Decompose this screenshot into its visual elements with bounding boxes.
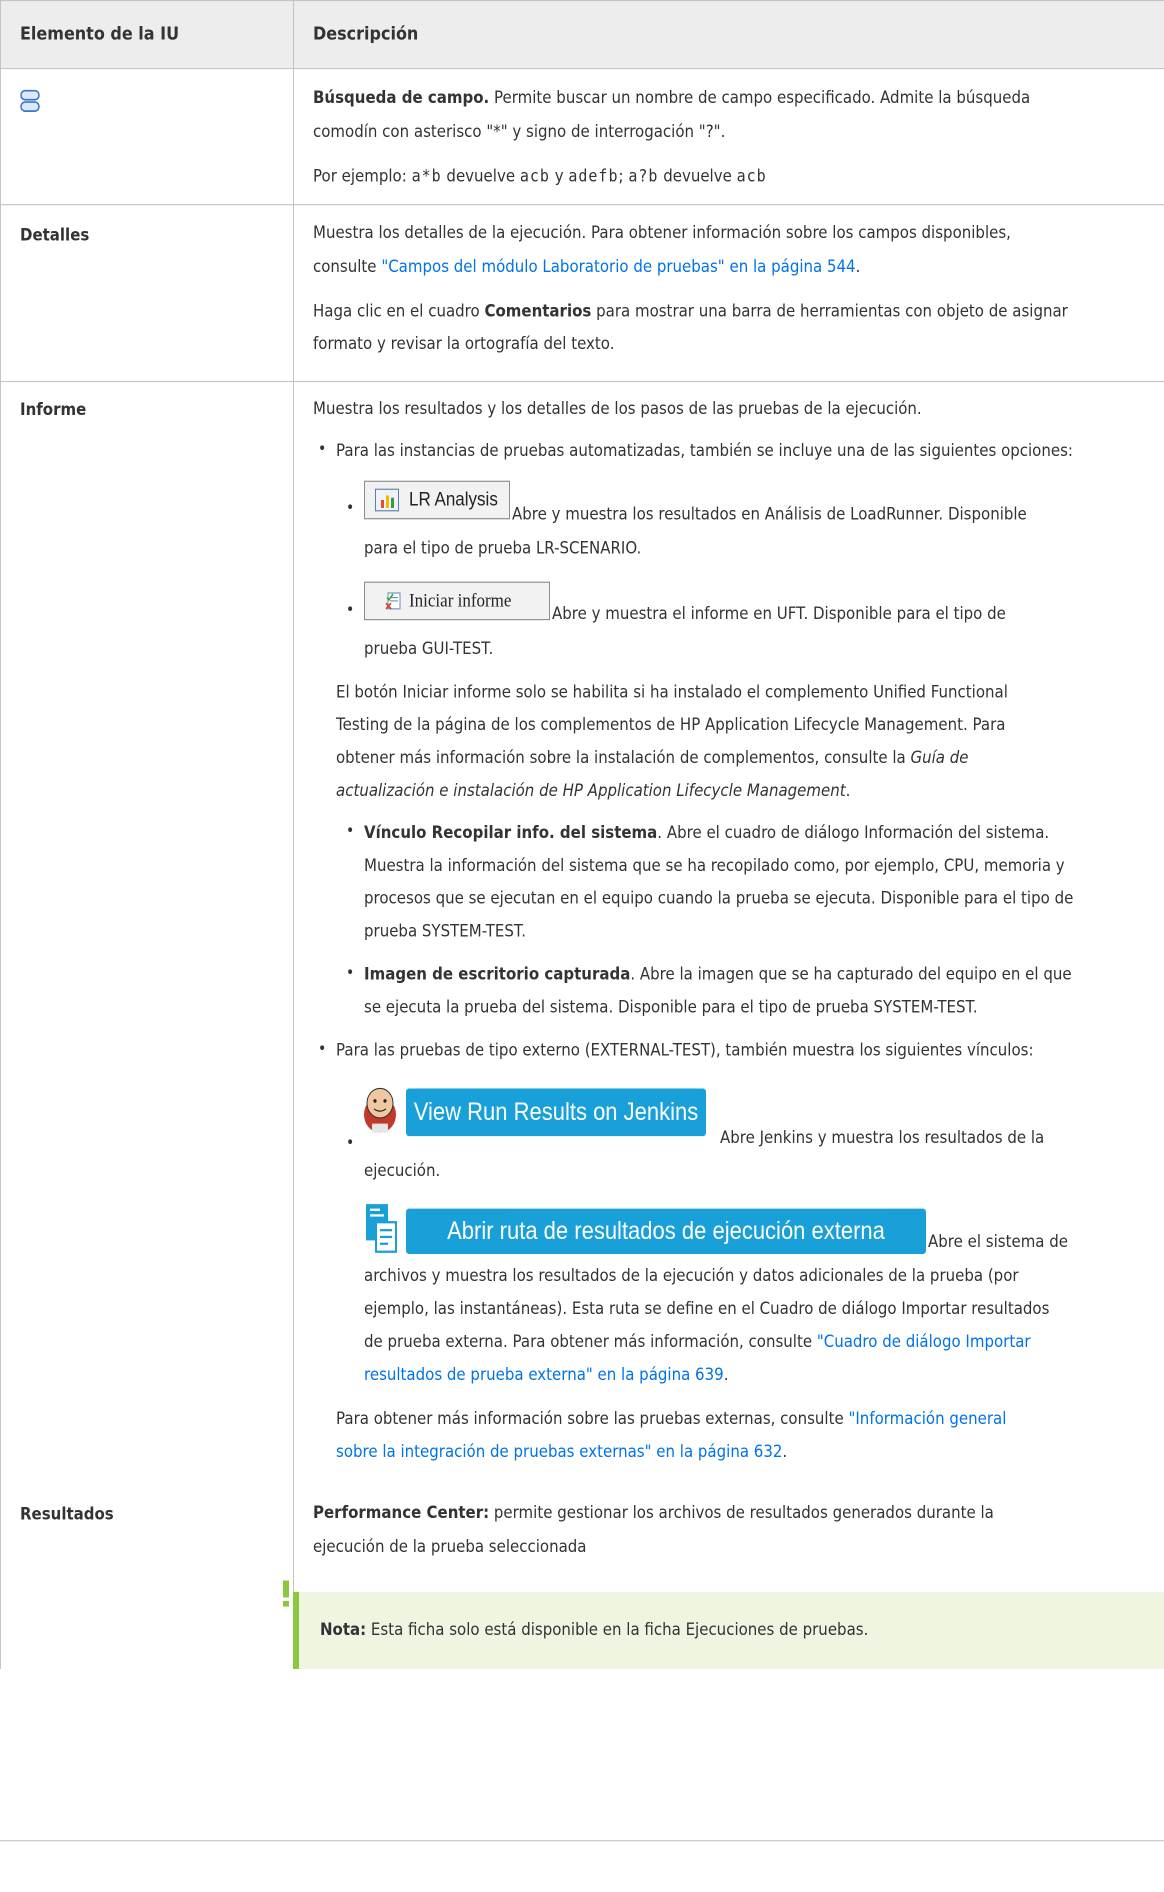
bullet-icon: • — [318, 439, 327, 459]
bullet-icon: • — [346, 1133, 355, 1152]
ext-text1: Abre el sistema de — [928, 1231, 1069, 1252]
divider — [0, 204, 1164, 206]
row3-img2: se ejecuta la prueba del sistema. Dispon… — [364, 996, 978, 1018]
lr-text2: para el tipo de prueba LR-SCENARIO. — [364, 537, 642, 558]
ext-text3: ejemplo, las instantáneas). Esta ruta se… — [364, 1298, 1050, 1319]
row3-p2: Testing de la página de los complementos… — [336, 714, 1006, 735]
row3-p1: El botón Iniciar informe solo se habilit… — [336, 681, 1008, 702]
divider — [0, 0, 1164, 2]
lr-text1: Abre y muestra los resultados en Análisi… — [512, 503, 1027, 524]
row1-line1: Búsqueda de campo. Permite buscar un nom… — [313, 87, 1031, 108]
header-col-description: Descripción — [313, 22, 419, 45]
view-run-results-jenkins-button[interactable]: View Run Results on Jenkins — [406, 1088, 706, 1137]
ini-text1: Abre y muestra el informe en UFT. Dispon… — [552, 603, 1006, 624]
row3-v3: procesos que se ejecutan en el equipo cu… — [364, 887, 1074, 909]
row3-bullet1: Para las instancias de pruebas automatiz… — [336, 439, 1073, 461]
row3-p3: obtener más información sobre la instala… — [336, 747, 969, 768]
ui-elements-table: Elemento de la IU Descripción Búsqueda d… — [0, 0, 1164, 1892]
row-name-detalles: Detalles — [20, 224, 90, 245]
ext-text5: resultados de prueba externa" en la pági… — [364, 1363, 729, 1385]
row3-line1: Muestra los resultados y los detalles de… — [313, 397, 922, 419]
ini-text2: prueba GUI-TEST. — [364, 638, 494, 659]
row2-line1: Muestra los detalles de la ejecución. Pa… — [313, 222, 1011, 243]
row2-line3: Haga clic en el cuadro Comentarios para … — [313, 300, 1068, 321]
ext-text2: archivos y muestra los resultados de la … — [364, 1265, 1019, 1286]
row-name-informe: Informe — [20, 399, 87, 420]
divider — [0, 0, 1, 1669]
row4-line1: Performance Center: permite gestionar lo… — [313, 1502, 994, 1523]
link-cuadro-dialogo[interactable]: "Cuadro de diálogo Importar — [817, 1331, 1031, 1351]
link-integracion-pruebas[interactable]: sobre la integración de pruebas externas… — [336, 1441, 782, 1461]
divider — [0, 380, 1164, 383]
exclamation-icon — [282, 1580, 290, 1608]
header-col-element: Elemento de la IU — [20, 22, 180, 45]
iniciar-informe-label: Iniciar informe — [409, 589, 512, 612]
iniciar-informe-button[interactable]: Iniciar informe — [364, 581, 550, 621]
row-name-resultados: Resultados — [20, 1503, 114, 1524]
note-text: Nota: Esta ficha solo está disponible en… — [320, 1619, 869, 1640]
bullet-icon: • — [346, 963, 355, 982]
report-icon — [385, 592, 403, 610]
jenkins-text1: Abre Jenkins y muestra los resultados de… — [720, 1126, 1045, 1148]
row2-line4: formato y revisar la ortografía del text… — [313, 333, 615, 354]
row4-line2: ejecución de la prueba seleccionada — [313, 1536, 587, 1557]
open-external-results-button[interactable]: Abrir ruta de resultados de ejecución ex… — [406, 1208, 926, 1254]
link-informacion-general[interactable]: "Información general — [848, 1408, 1006, 1428]
divider — [293, 0, 294, 1669]
row3-f2: sobre la integración de pruebas externas… — [336, 1441, 788, 1462]
divider — [0, 1840, 1164, 1842]
jenkins-icon — [360, 1083, 400, 1135]
lr-analysis-button[interactable]: LR Analysis — [364, 480, 510, 520]
bullet-icon: • — [346, 600, 355, 620]
divider — [0, 68, 1164, 70]
row3-v4: prueba SYSTEM-TEST. — [364, 920, 527, 942]
table-header: Elemento de la IU Descripción — [0, 0, 1164, 69]
row3-v2: Muestra la información del sistema que s… — [364, 854, 1065, 876]
document-icon — [364, 1202, 398, 1254]
field-search-icon — [20, 88, 40, 113]
row3-p4: actualización e instalación de HP Applic… — [336, 780, 851, 801]
row1-title: Búsqueda de campo. — [313, 87, 490, 108]
row3-v1: Vínculo Recopilar info. del sistema. Abr… — [364, 822, 1050, 843]
row1-example: Por ejemplo: a*b devuelve acb y adefb; a… — [313, 165, 767, 186]
lr-analysis-label: LR Analysis — [409, 488, 498, 511]
bullet-icon: • — [346, 498, 355, 518]
ext-text4: de prueba externa. Para obtener más info… — [364, 1331, 1031, 1352]
row3-img1: Imagen de escritorio capturada. Abre la … — [364, 963, 1072, 985]
row3-bullet2: Para las pruebas de tipo externo (EXTERN… — [336, 1039, 1034, 1061]
bullet-icon: • — [318, 1039, 327, 1058]
chart-icon — [375, 488, 399, 512]
link-resultados-prueba[interactable]: resultados de prueba externa" en la pági… — [364, 1364, 724, 1384]
link-campos-modulo[interactable]: "Campos del módulo Laboratorio de prueba… — [381, 256, 855, 276]
jenkins-text2: ejecución. — [364, 1159, 441, 1181]
note-bar — [293, 1591, 299, 1669]
bullet-icon: • — [346, 822, 355, 841]
row1-line2: comodín con asterisco "*" y signo de int… — [313, 121, 726, 142]
row2-line2: consulte "Campos del módulo Laboratorio … — [313, 256, 861, 277]
row3-f1: Para obtener más información sobre las p… — [336, 1408, 1007, 1429]
